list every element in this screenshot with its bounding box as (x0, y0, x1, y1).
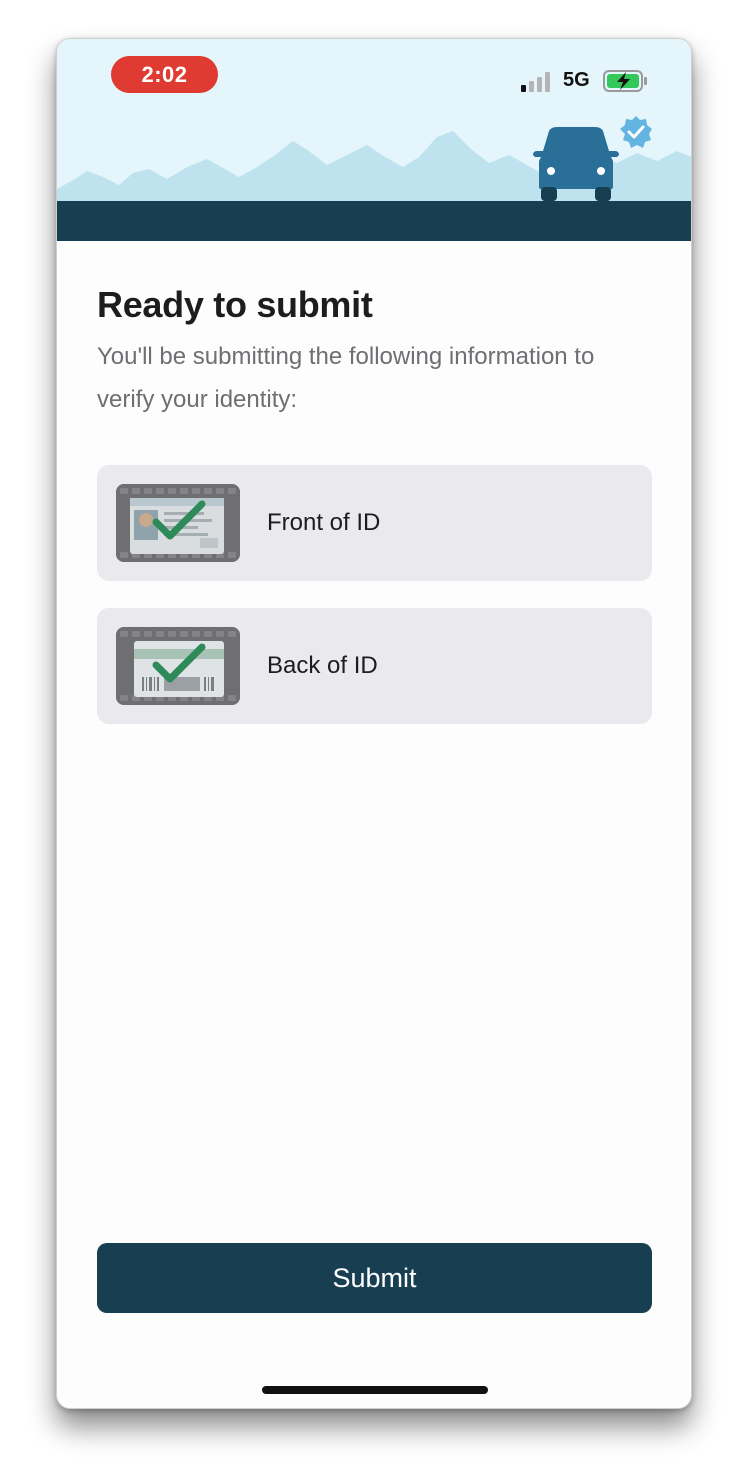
page-subtitle: You'll be submitting the following infor… (97, 343, 595, 413)
car-icon (533, 127, 619, 201)
cellular-signal-icon (521, 72, 550, 92)
network-type: 5G (563, 69, 590, 91)
page-title: Ready to submit (97, 284, 373, 325)
home-indicator[interactable] (262, 1386, 488, 1394)
verified-badge-icon (620, 116, 652, 148)
header-illustration: 2:02 5G (57, 39, 691, 241)
battery-charging-icon (603, 70, 647, 92)
road (57, 201, 691, 241)
phone-screen: 2:02 5G Ready to submit You'll be submit (56, 38, 692, 1409)
list-item-back-of-id: Back of ID (97, 608, 652, 724)
status-time: 2:02 (111, 56, 218, 93)
back-of-id-label: Back of ID (267, 652, 378, 679)
submit-button[interactable]: Submit (97, 1243, 652, 1313)
id-front-check-icon (116, 484, 240, 562)
id-back-check-icon (116, 627, 240, 705)
list-item-front-of-id: Front of ID (97, 465, 652, 581)
front-of-id-label: Front of ID (267, 509, 381, 536)
